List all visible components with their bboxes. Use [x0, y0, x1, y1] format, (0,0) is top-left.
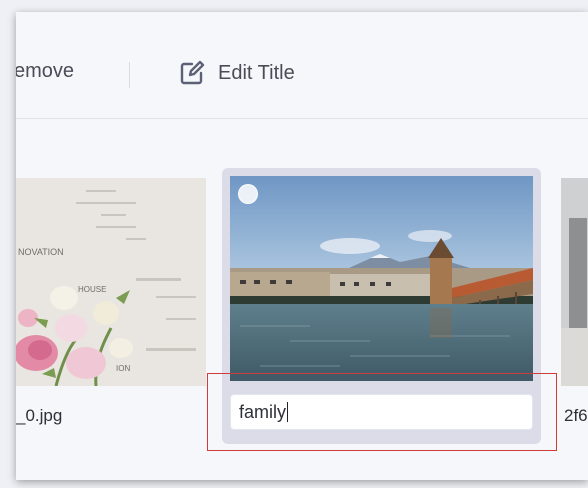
lake-bridge-image — [230, 176, 533, 381]
image-text-novation: NOVATION — [18, 247, 64, 257]
edit-title-button[interactable]: Edit Title — [178, 56, 295, 90]
image-text-house: HOUSE — [78, 285, 106, 294]
edit-title-label: Edit Title — [218, 61, 295, 84]
photo-filename-right: 2f6 — [564, 406, 588, 425]
remove-button[interactable]: emove — [16, 60, 74, 83]
photo-thumbnail-lucerne[interactable] — [230, 176, 533, 381]
photo-thumbnail-flowers[interactable]: NOVATION HOUSE ION — [16, 178, 206, 386]
app-window: emove Edit Title NOVATION HOUSE ION _0.j… — [16, 12, 588, 480]
highlight-annotation-box — [207, 373, 557, 451]
flowers-image: NOVATION HOUSE ION — [16, 178, 206, 386]
photo-gallery: NOVATION HOUSE ION _0.jpg family 2f6 — [16, 118, 588, 480]
select-checkbox[interactable] — [238, 184, 258, 204]
toolbar: emove Edit Title — [16, 12, 588, 119]
toolbar-divider — [129, 62, 130, 88]
photo-filename-left: _0.jpg — [16, 406, 63, 425]
room-image — [561, 178, 588, 386]
image-text-ion: ION — [116, 364, 130, 373]
edit-square-icon — [180, 60, 205, 85]
photo-thumbnail-right[interactable] — [561, 178, 588, 386]
